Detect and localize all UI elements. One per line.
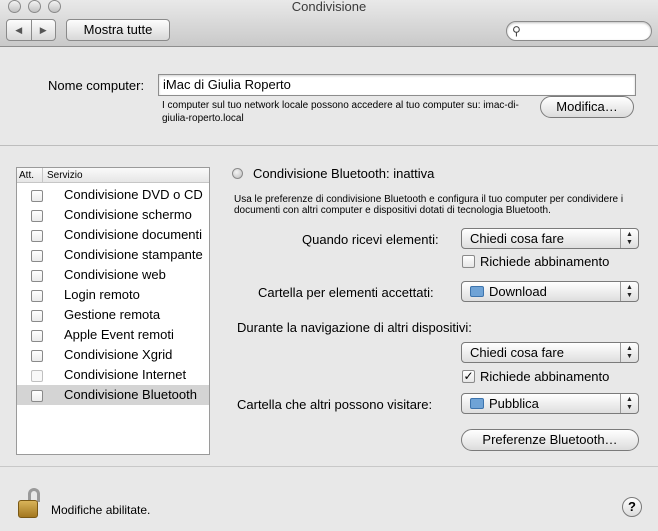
service-row-screen[interactable]: Condivisione schermo (17, 205, 209, 225)
accepted-folder-label: Cartella per elementi accettati: (258, 285, 434, 300)
receive-pairing-checkbox[interactable] (462, 255, 475, 268)
bluetooth-preferences-button[interactable]: Preferenze Bluetooth… (461, 429, 639, 451)
browsing-popup[interactable]: Chiedi cosa fare ▲ ▼ (461, 342, 639, 363)
browsing-label: Durante la navigazione di altri disposit… (237, 320, 472, 335)
visit-folder-label: Cartella che altri possono visitare: (237, 397, 433, 412)
accepted-folder-value: Download (489, 284, 547, 299)
receive-items-label: Quando ricevi elementi: (302, 232, 439, 247)
service-checkbox[interactable] (31, 290, 43, 302)
service-checkbox[interactable] (31, 250, 43, 262)
forward-button[interactable]: ▶ (32, 20, 56, 40)
service-checkbox[interactable] (31, 390, 43, 402)
help-button[interactable]: ? (622, 497, 642, 517)
status-indicator-icon (232, 168, 243, 179)
service-checkbox (31, 370, 43, 382)
service-row-files[interactable]: Condivisione documenti (17, 225, 209, 245)
receive-pairing-label: Richiede abbinamento (480, 254, 610, 269)
service-checkbox[interactable] (31, 190, 43, 202)
popup-arrows-icon: ▲ ▼ (620, 282, 638, 301)
search-input[interactable]: ⚲ (506, 21, 652, 41)
service-checkbox[interactable] (31, 310, 43, 322)
receive-items-value: Chiedi cosa fare (470, 231, 564, 246)
service-checkbox[interactable] (31, 270, 43, 282)
service-row-internet[interactable]: Condivisione Internet (17, 365, 209, 385)
receive-items-popup[interactable]: Chiedi cosa fare ▲ ▼ (461, 228, 639, 249)
service-label: Gestione remota (64, 307, 161, 322)
browsing-pairing-checkbox[interactable]: ✓ (462, 370, 475, 383)
back-forward-control: ◀ ▶ (6, 19, 56, 41)
lock-icon[interactable] (18, 488, 42, 520)
visit-folder-popup[interactable]: Pubblica ▲ ▼ (461, 393, 639, 414)
computer-address-note: I computer sul tuo network locale posson… (162, 100, 519, 124)
computer-name-field[interactable]: iMac di Giulia Roperto (158, 74, 636, 96)
accepted-folder-popup[interactable]: Download ▲ ▼ (461, 281, 639, 302)
popup-arrows-icon: ▲ ▼ (620, 394, 638, 413)
service-checkbox[interactable] (31, 210, 43, 222)
service-row-remote-login[interactable]: Login remoto (17, 285, 209, 305)
service-checkbox[interactable] (31, 350, 43, 362)
service-row-apple-events[interactable]: Apple Event remoti (17, 325, 209, 345)
popup-arrows-icon: ▲ ▼ (620, 343, 638, 362)
lock-status-text: Modifiche abilitate. (51, 503, 151, 517)
service-label: Condivisione Internet (64, 367, 187, 382)
service-label: Condivisione web (64, 267, 166, 282)
visit-folder-value: Pubblica (489, 396, 539, 411)
service-checkbox[interactable] (31, 230, 43, 242)
separator (0, 145, 658, 146)
service-row-printer[interactable]: Condivisione stampante (17, 245, 209, 265)
service-label: Condivisione schermo (64, 207, 192, 222)
computer-name-label: Nome computer: (48, 78, 145, 93)
services-list-header: Att. Servizio (17, 168, 209, 183)
window-title: Condivisione (291, 0, 367, 14)
service-status: Condivisione Bluetooth: inattiva (253, 166, 435, 181)
show-all-button[interactable]: Mostra tutte (66, 19, 170, 41)
service-row-remote-management[interactable]: Gestione remota (17, 305, 209, 325)
service-label: Apple Event remoti (64, 327, 174, 342)
window-titlebar: Condivisione ◀ ▶ Mostra tutte ⚲ (0, 0, 658, 47)
service-label: Login remoto (64, 287, 140, 302)
column-header-on[interactable]: Att. (17, 168, 43, 183)
service-label: Condivisione Xgrid (64, 347, 173, 362)
popup-arrows-icon: ▲ ▼ (620, 229, 638, 248)
service-row-xgrid[interactable]: Condivisione Xgrid (17, 345, 209, 365)
service-row-dvd[interactable]: Condivisione DVD o CD (17, 185, 209, 205)
service-description: Usa le preferenze di condivisione Blueto… (234, 194, 624, 216)
back-button[interactable]: ◀ (7, 20, 32, 40)
edit-name-button[interactable]: Modifica… (540, 96, 634, 118)
footer-separator (0, 466, 658, 467)
service-row-bluetooth[interactable]: Condivisione Bluetooth (17, 385, 209, 405)
browsing-value: Chiedi cosa fare (470, 345, 564, 360)
service-label: Condivisione DVD o CD (64, 187, 203, 202)
services-list[interactable]: Att. Servizio Condivisione DVD o CD Cond… (16, 167, 210, 455)
service-label: Condivisione Bluetooth (64, 387, 197, 402)
search-icon: ⚲ (512, 24, 521, 38)
folder-icon (470, 286, 484, 297)
service-label: Condivisione stampante (64, 247, 203, 262)
column-header-service[interactable]: Servizio (47, 168, 83, 183)
service-row-web[interactable]: Condivisione web (17, 265, 209, 285)
browsing-pairing-label: Richiede abbinamento (480, 369, 610, 384)
folder-icon (470, 398, 484, 409)
service-checkbox[interactable] (31, 330, 43, 342)
service-label: Condivisione documenti (64, 227, 203, 242)
